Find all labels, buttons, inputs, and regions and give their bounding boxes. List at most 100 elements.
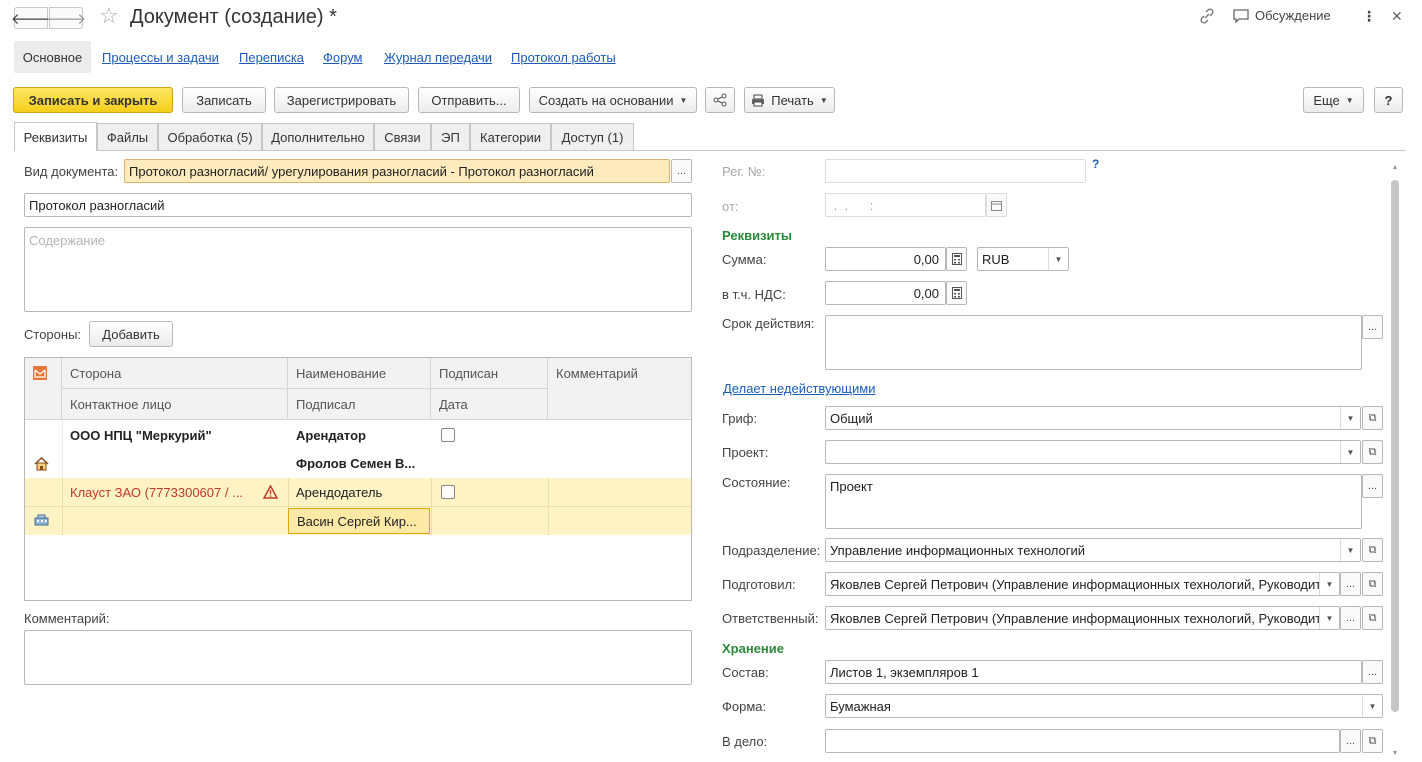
stamp-select[interactable]: Общий ▼ — [825, 406, 1361, 430]
tab-links[interactable]: Связи — [374, 123, 431, 150]
open-icon[interactable]: ⧉ — [1362, 606, 1383, 630]
doc-type-field[interactable]: Протокол разногласий/ урегулирования раз… — [124, 159, 670, 183]
more-vert-icon[interactable]: ⋮ — [1362, 8, 1376, 25]
open-icon[interactable]: ⧉ — [1362, 406, 1383, 430]
section-work-log[interactable]: Протокол работы — [511, 50, 616, 65]
scroll-up-icon[interactable]: ▲ — [1390, 164, 1400, 174]
calendar-button[interactable] — [986, 193, 1007, 217]
department-label: Подразделение: — [722, 543, 821, 558]
organization-icon — [34, 514, 49, 526]
column-header-signer[interactable]: Подписал — [288, 389, 431, 420]
prepared-value: Яковлев Сергей Петрович (Управление инфо… — [830, 577, 1329, 592]
responsible-select-button[interactable]: ... — [1340, 606, 1361, 630]
composition-field[interactable]: Листов 1, экземпляров 1 — [825, 660, 1362, 684]
scroll-down-icon[interactable]: ▼ — [1390, 750, 1400, 760]
composition-label: Состав: — [722, 665, 769, 680]
table-row[interactable]: ООО НПЦ "Меркурий" Арендатор Фролов Семе… — [25, 420, 691, 478]
form-select[interactable]: Бумажная ▼ — [825, 694, 1383, 718]
calculator-button[interactable] — [946, 247, 967, 271]
doc-type-label: Вид документа: — [24, 164, 119, 179]
column-header-comment[interactable]: Комментарий — [548, 358, 691, 420]
print-button[interactable]: Печать ▼ — [744, 87, 835, 113]
column-header-side[interactable]: Сторона — [62, 358, 288, 389]
currency-select[interactable]: RUB ▼ — [977, 247, 1069, 271]
validity-select-button[interactable]: ... — [1362, 315, 1383, 339]
tab-processing[interactable]: Обработка (5) — [158, 123, 262, 150]
envelope-icon[interactable] — [33, 366, 47, 380]
invalidates-link[interactable]: Делает недействующими — [723, 381, 875, 396]
save-button[interactable]: Записать — [182, 87, 266, 113]
send-button[interactable]: Отправить... — [418, 87, 520, 113]
row-signed-checkbox[interactable] — [441, 428, 455, 442]
prepared-select[interactable]: Яковлев Сергей Петрович (Управление инфо… — [825, 572, 1340, 596]
create-based-button[interactable]: Создать на основании ▼ — [529, 87, 697, 113]
case-select-button[interactable]: ... — [1340, 729, 1361, 753]
link-icon[interactable] — [1199, 8, 1215, 24]
warning-icon — [263, 485, 278, 499]
section-transfer-log[interactable]: Журнал передачи — [384, 50, 492, 65]
open-icon[interactable]: ⧉ — [1362, 729, 1383, 753]
row-signer-cell-active[interactable]: Васин Сергей Кир... — [288, 508, 430, 534]
prepared-select-button[interactable]: ... — [1340, 572, 1361, 596]
save-close-button[interactable]: Записать и закрыть — [13, 87, 173, 113]
add-party-button[interactable]: Добавить — [89, 321, 173, 347]
title-field[interactable]: Протокол разногласий — [24, 193, 692, 217]
row-signer: Фролов Семен В... — [296, 456, 416, 471]
table-row[interactable]: Клауст ЗАО (7773300607 / ... Арендодател… — [25, 478, 691, 535]
discussion-button[interactable]: Обсуждение — [1233, 8, 1331, 23]
composition-select-button[interactable]: ... — [1362, 660, 1383, 684]
register-button[interactable]: Зарегистрировать — [274, 87, 409, 113]
comment-field[interactable] — [24, 630, 692, 685]
responsible-select[interactable]: Яковлев Сергей Петрович (Управление инфо… — [825, 606, 1340, 630]
back-button[interactable]: 🡐 — [11, 7, 51, 29]
tab-additional[interactable]: Дополнительно — [262, 123, 374, 150]
content-field[interactable]: Содержание — [24, 227, 692, 312]
calculator-button[interactable] — [946, 281, 967, 305]
scrollbar-thumb[interactable] — [1391, 180, 1399, 712]
chevron-down-icon: ▼ — [1319, 573, 1339, 595]
tab-files[interactable]: Файлы — [97, 123, 158, 150]
column-header-signed[interactable]: Подписан — [431, 358, 548, 389]
arrow-right-icon: 🡒 — [45, 10, 87, 28]
date-field[interactable]: . . : — [825, 193, 986, 217]
row-signed-checkbox[interactable] — [441, 485, 455, 499]
tab-ep[interactable]: ЭП — [431, 123, 470, 150]
department-value: Управление информационных технологий — [830, 543, 1085, 558]
column-header-name[interactable]: Наименование — [288, 358, 431, 389]
validity-field[interactable] — [825, 315, 1362, 370]
section-forum[interactable]: Форум — [323, 50, 363, 65]
help-button[interactable]: ? — [1374, 87, 1403, 113]
column-header-date[interactable]: Дата — [431, 389, 548, 420]
tab-categories[interactable]: Категории — [470, 123, 551, 150]
more-button[interactable]: Еще ▼ — [1303, 87, 1364, 113]
tab-requisites[interactable]: Реквизиты — [14, 122, 97, 151]
print-label: Печать — [771, 92, 814, 108]
section-correspondence[interactable]: Переписка — [239, 50, 304, 65]
reg-no-help[interactable]: ? — [1092, 157, 1099, 171]
calculator-icon — [951, 253, 962, 265]
department-select[interactable]: Управление информационных технологий ▼ — [825, 538, 1361, 562]
section-main[interactable]: Основное — [14, 41, 91, 73]
reg-no-field[interactable] — [825, 159, 1086, 183]
close-icon[interactable]: ✕ — [1391, 8, 1403, 25]
sum-field[interactable]: 0,00 — [825, 247, 946, 271]
tab-access[interactable]: Доступ (1) — [551, 123, 634, 150]
open-icon[interactable]: ⧉ — [1362, 538, 1383, 562]
share-button[interactable] — [705, 87, 735, 113]
row-name: Арендодатель — [296, 485, 383, 500]
state-field[interactable]: Проект — [825, 474, 1362, 529]
project-select[interactable]: ▼ — [825, 440, 1361, 464]
vertical-scrollbar[interactable]: ▲ ▼ — [1390, 164, 1400, 760]
favorite-star-icon[interactable]: ☆ — [99, 3, 119, 29]
doc-type-select-button[interactable]: ... — [671, 159, 692, 183]
chevron-down-icon: ▼ — [1319, 607, 1339, 629]
state-select-button[interactable]: ... — [1362, 474, 1383, 498]
open-icon[interactable]: ⧉ — [1362, 440, 1383, 464]
column-header-contact[interactable]: Контактное лицо — [62, 389, 288, 420]
forward-button[interactable]: 🡒 — [45, 7, 87, 29]
open-icon[interactable]: ⧉ — [1362, 572, 1383, 596]
case-select[interactable] — [825, 729, 1340, 753]
project-label: Проект: — [722, 445, 769, 460]
vat-field[interactable]: 0,00 — [825, 281, 946, 305]
section-processes[interactable]: Процессы и задачи — [102, 50, 219, 65]
